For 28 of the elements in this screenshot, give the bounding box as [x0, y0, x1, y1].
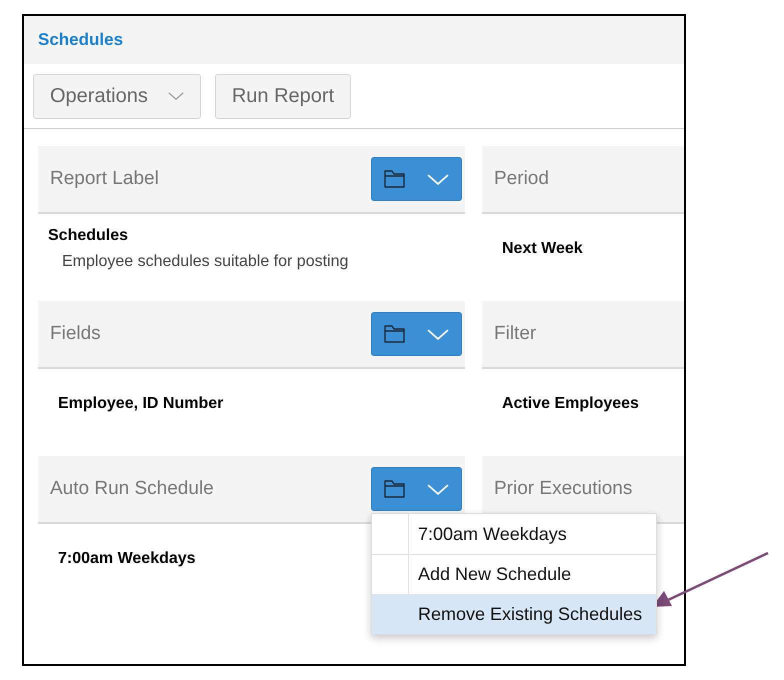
folder-menu-button[interactable]: [371, 157, 462, 201]
panel-title: Fields: [50, 323, 101, 345]
panel-value: Employee, ID Number: [58, 395, 224, 413]
panel-value: Next Week: [502, 240, 583, 258]
panel-value: 7:00am Weekdays: [58, 550, 196, 568]
chevron-down-icon: [427, 328, 449, 340]
page-title: Schedules: [38, 30, 124, 50]
operations-dropdown[interactable]: Operations: [33, 74, 201, 118]
panel-title: Report Label: [50, 168, 159, 190]
folder-menu-button[interactable]: [371, 467, 462, 511]
menu-item[interactable]: Add New Schedule: [372, 554, 656, 594]
panel-title: Auto Run Schedule: [50, 478, 214, 500]
panel-title: Filter: [494, 323, 536, 345]
folder-icon: [384, 170, 405, 188]
toolbar-button[interactable]: Run Report: [214, 74, 352, 118]
chevron-down-icon: [168, 92, 184, 100]
panel-title: Period: [494, 168, 549, 190]
menu-item[interactable]: Remove Existing Schedules: [372, 594, 656, 634]
chevron-down-icon: [427, 484, 449, 494]
panel-value: Schedules: [48, 227, 128, 245]
folder-icon: [384, 480, 405, 498]
folder-icon: [384, 325, 405, 343]
chevron-down-icon: [427, 174, 449, 184]
panel-description: Employee schedules suitable for posting: [62, 253, 348, 271]
menu-item[interactable]: 7:00am Weekdays: [372, 514, 656, 554]
folder-menu-button[interactable]: [371, 312, 462, 356]
panel-value: Active Employees: [502, 395, 639, 413]
panel-title: Prior Executions: [494, 478, 632, 500]
